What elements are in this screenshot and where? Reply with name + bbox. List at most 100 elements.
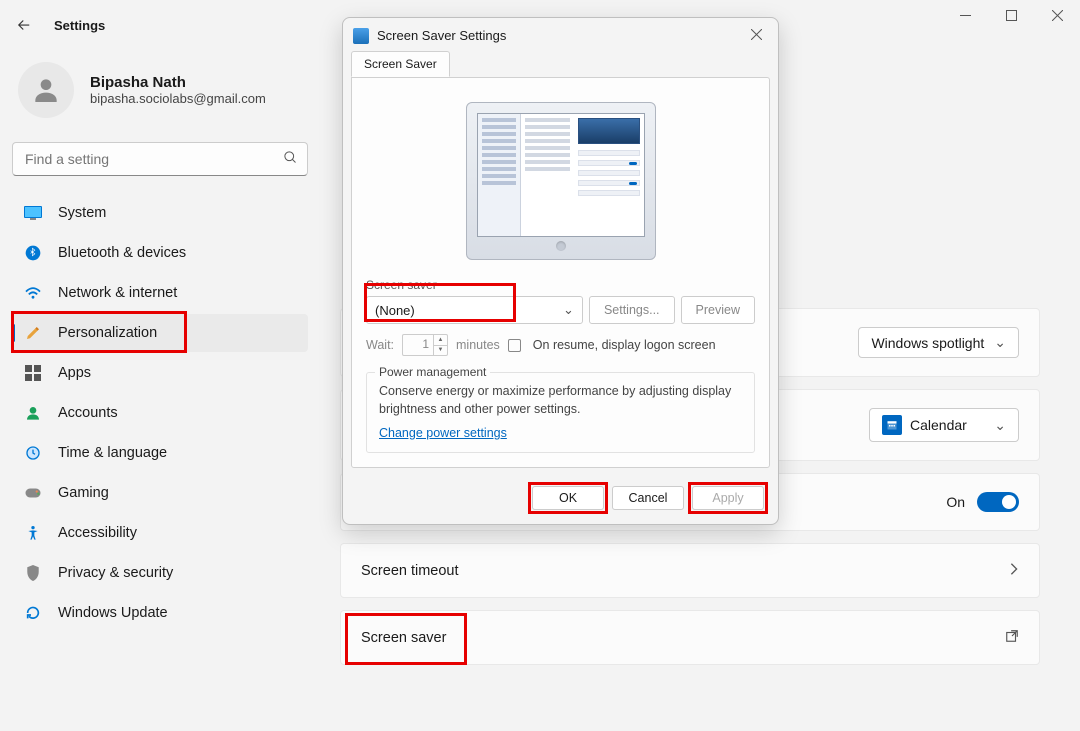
chevron-down-icon: ⌄ <box>994 334 1006 351</box>
spinner-buttons[interactable]: ▲▼ <box>433 335 447 355</box>
tab-screensaver[interactable]: Screen Saver <box>351 51 450 77</box>
combo-value: (None) <box>375 303 415 318</box>
screensaver-app-icon <box>353 28 369 44</box>
close-icon <box>1052 10 1063 21</box>
profile-name: Bipasha Nath <box>90 74 266 91</box>
screensaver-dialog: Screen Saver Settings Screen Saver S <box>342 17 779 525</box>
search-icon <box>283 150 298 168</box>
nav-label: Accounts <box>58 405 118 421</box>
maximize-button[interactable] <box>988 0 1034 30</box>
minimize-button[interactable] <box>942 0 988 30</box>
preview-button[interactable]: Preview <box>681 296 755 324</box>
setting-label: Screen timeout <box>361 563 459 579</box>
wait-label: Wait: <box>366 338 394 352</box>
nav: System Bluetooth & devices Network & int… <box>12 194 308 632</box>
nav-bluetooth[interactable]: Bluetooth & devices <box>12 234 308 272</box>
bluetooth-icon <box>24 244 42 262</box>
nav-label: Accessibility <box>58 525 137 541</box>
close-icon <box>751 29 762 40</box>
pm-group-title: Power management <box>375 365 490 379</box>
back-button[interactable] <box>4 5 44 45</box>
apply-button[interactable]: Apply <box>692 486 764 510</box>
nav-accounts[interactable]: Accounts <box>12 394 308 432</box>
chevron-down-icon: ⌄ <box>994 417 1006 434</box>
toggle-switch[interactable] <box>977 492 1019 512</box>
wait-value: 1 <box>403 335 433 355</box>
calendar-dropdown[interactable]: Calendar ⌄ <box>869 408 1019 442</box>
paintbrush-icon <box>24 324 42 342</box>
profile-email: bipasha.sociolabs@gmail.com <box>90 91 266 106</box>
window-title: Settings <box>54 18 105 33</box>
update-icon <box>24 604 42 622</box>
apps-icon <box>24 364 42 382</box>
person-icon <box>24 404 42 422</box>
spinner-down-icon[interactable]: ▼ <box>434 346 447 356</box>
nav-time[interactable]: Time & language <box>12 434 308 472</box>
person-icon <box>30 74 62 106</box>
accessibility-icon <box>24 524 42 542</box>
dropdown-value: Windows spotlight <box>871 335 984 351</box>
setting-timeout-row[interactable]: Screen timeout <box>340 543 1040 598</box>
wifi-icon <box>24 284 42 302</box>
dialog-close-button[interactable] <box>745 26 768 45</box>
clock-icon <box>24 444 42 462</box>
resume-label: On resume, display logon screen <box>533 338 716 352</box>
monitor-icon <box>24 204 42 222</box>
dialog-body: Screen saver (None) ⌄ Settings... Previe… <box>351 77 770 468</box>
nav-label: Personalization <box>58 325 157 341</box>
sidebar: Bipasha Nath bipasha.sociolabs@gmail.com… <box>0 50 320 731</box>
dialog-title: Screen Saver Settings <box>377 28 506 43</box>
nav-gaming[interactable]: Gaming <box>12 474 308 512</box>
dialog-titlebar: Screen Saver Settings <box>343 18 778 51</box>
setting-saver-row[interactable]: Screen saver <box>340 610 1040 665</box>
nav-personalization[interactable]: Personalization <box>12 314 308 352</box>
wait-spinner[interactable]: 1 ▲▼ <box>402 334 448 356</box>
pm-text: Conserve energy or maximize performance … <box>379 383 742 418</box>
screensaver-combo[interactable]: (None) ⌄ <box>366 296 583 324</box>
gamepad-icon <box>24 484 42 502</box>
nav-label: Bluetooth & devices <box>58 245 186 261</box>
dropdown-value: Calendar <box>910 417 967 433</box>
nav-label: Gaming <box>58 485 109 501</box>
wait-row: Wait: 1 ▲▼ minutes On resume, display lo… <box>366 334 755 356</box>
minimize-icon <box>960 10 971 21</box>
wait-unit: minutes <box>456 338 500 352</box>
search-wrap <box>12 142 308 176</box>
nav-label: Privacy & security <box>58 565 173 581</box>
spinner-up-icon[interactable]: ▲ <box>434 335 447 346</box>
power-management-group: Power management Conserve energy or maxi… <box>366 372 755 453</box>
screensaver-section-label: Screen saver <box>366 278 755 292</box>
change-power-link[interactable]: Change power settings <box>379 426 507 440</box>
close-button[interactable] <box>1034 0 1080 30</box>
chevron-down-icon: ⌄ <box>563 302 574 318</box>
nav-label: Apps <box>58 365 91 381</box>
spotlight-dropdown[interactable]: Windows spotlight ⌄ <box>858 327 1019 358</box>
nav-network[interactable]: Network & internet <box>12 274 308 312</box>
toggle-label: On <box>946 494 965 510</box>
profile-block[interactable]: Bipasha Nath bipasha.sociolabs@gmail.com <box>12 58 308 138</box>
nav-label: Time & language <box>58 445 167 461</box>
ok-button[interactable]: OK <box>532 486 604 510</box>
arrow-left-icon <box>15 16 33 34</box>
screen-preview <box>477 113 645 237</box>
chevron-right-icon <box>1009 562 1019 579</box>
dialog-footer: OK Cancel Apply <box>343 476 778 524</box>
resume-checkbox[interactable] <box>508 339 521 352</box>
shield-icon <box>24 564 42 582</box>
calendar-icon <box>882 415 902 435</box>
cancel-button[interactable]: Cancel <box>612 486 684 510</box>
window-controls <box>942 0 1080 30</box>
maximize-icon <box>1006 10 1017 21</box>
search-input[interactable] <box>12 142 308 176</box>
avatar <box>18 62 74 118</box>
nav-system[interactable]: System <box>12 194 308 232</box>
nav-update[interactable]: Windows Update <box>12 594 308 632</box>
nav-apps[interactable]: Apps <box>12 354 308 392</box>
settings-button[interactable]: Settings... <box>589 296 675 324</box>
nav-label: System <box>58 205 106 221</box>
setting-label: Screen saver <box>361 630 446 646</box>
nav-label: Windows Update <box>58 605 168 621</box>
nav-accessibility[interactable]: Accessibility <box>12 514 308 552</box>
dialog-tabs: Screen Saver <box>343 51 778 78</box>
nav-privacy[interactable]: Privacy & security <box>12 554 308 592</box>
